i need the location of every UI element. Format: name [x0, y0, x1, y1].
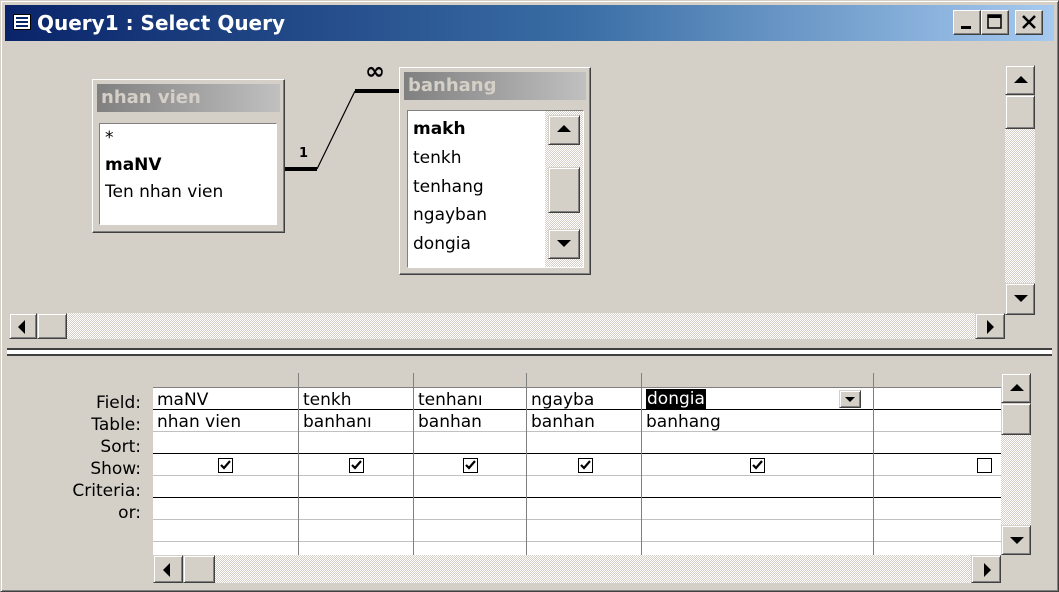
table-nhan-vien[interactable]: nhan vien * maNV Ten nhan vien	[92, 79, 285, 233]
table-title[interactable]: nhan vien	[97, 84, 280, 112]
grid-table-cell[interactable]: banhang	[642, 411, 873, 433]
row-label-field: Field:	[96, 393, 141, 413]
grid-scroll-down-button[interactable]	[1001, 525, 1031, 555]
grid-field-dropdown[interactable]: dongia	[642, 388, 873, 410]
scroll-down-button[interactable]	[548, 229, 580, 259]
grid-table-cell[interactable]: nhan vien	[153, 411, 298, 433]
window-title: Query1 : Select Query	[37, 11, 286, 35]
show-checkbox-unchecked[interactable]	[977, 458, 992, 473]
design-grid: maNV nhan vien tenkh banhanı tenhanı ban…	[153, 373, 1001, 555]
grid-table-cell[interactable]: banhanı	[299, 411, 413, 433]
grid-field-cell[interactable]: tenkh	[299, 389, 413, 411]
grid-field-cell[interactable]: tenhanı	[414, 389, 526, 411]
pane-hscroll-thumb[interactable]	[37, 313, 67, 339]
arrow-down-icon	[557, 240, 571, 247]
arrow-up-icon	[1010, 384, 1024, 391]
grid-scroll-up-button[interactable]	[1001, 373, 1031, 403]
scroll-up-button[interactable]	[548, 115, 580, 145]
query-icon	[13, 14, 31, 30]
pane-scroll-right-button[interactable]	[975, 313, 1005, 339]
field-item-primary-key[interactable]: maNV	[105, 153, 162, 177]
relationship-many-label: ∞	[365, 57, 385, 85]
show-checkbox[interactable]	[349, 458, 364, 473]
arrow-down-icon	[1014, 295, 1028, 302]
checkmark-icon	[465, 460, 476, 470]
pane-horizontal-scrollbar[interactable]	[9, 313, 1005, 339]
grid-field-cell[interactable]: ngayba	[527, 389, 641, 411]
pane-scroll-thumb[interactable]	[1005, 95, 1035, 129]
table-pane: 1 ∞ nhan vien * maNV Ten nhan vien banha…	[5, 43, 1054, 345]
grid-field-cell-selected[interactable]: dongia	[646, 389, 706, 409]
grid-hscroll-thumb[interactable]	[183, 555, 215, 583]
row-label-table: Table:	[91, 415, 141, 435]
arrow-left-icon	[18, 320, 25, 334]
pane-scroll-down-button[interactable]	[1005, 283, 1035, 315]
arrow-left-icon	[163, 563, 170, 577]
minimize-button[interactable]	[953, 10, 981, 35]
close-button[interactable]	[1015, 10, 1043, 35]
show-checkbox[interactable]	[218, 458, 233, 473]
pane-scroll-up-button[interactable]	[1005, 65, 1035, 95]
field-list[interactable]: makh tenkh tenhang ngayban dongia	[407, 110, 584, 268]
grid-table-cell[interactable]: banhan	[414, 411, 526, 433]
pane-scroll-left-button[interactable]	[9, 313, 37, 339]
grid-row-labels: Field: Table: Sort: Show: Criteria: or:	[5, 385, 141, 555]
row-label-criteria: Criteria:	[72, 481, 141, 501]
field-list[interactable]: * maNV Ten nhan vien	[99, 123, 277, 225]
field-item-primary-key[interactable]: makh	[413, 117, 466, 141]
checkmark-icon	[580, 460, 591, 470]
query-window: Query1 : Select Query 1 ∞ nhan vien * ma…	[0, 0, 1059, 592]
title-bar[interactable]: Query1 : Select Query	[5, 5, 1054, 41]
field-item[interactable]: *	[105, 126, 114, 150]
dropdown-button[interactable]	[839, 390, 861, 408]
table-title[interactable]: banhang	[404, 72, 586, 100]
grid-scroll-left-button[interactable]	[153, 555, 183, 583]
show-checkbox[interactable]	[750, 458, 765, 473]
maximize-icon	[987, 14, 1002, 29]
field-item[interactable]: Ten nhan vien	[105, 180, 223, 204]
pane-splitter[interactable]	[7, 348, 1052, 356]
minimize-icon	[961, 26, 971, 29]
field-item[interactable]: ngayban	[413, 203, 487, 227]
checkmark-icon	[752, 460, 763, 470]
show-checkbox[interactable]	[578, 458, 593, 473]
grid-table-cell[interactable]: banhan	[527, 411, 641, 433]
maximize-button[interactable]	[981, 10, 1009, 35]
field-item[interactable]: tenkh	[413, 146, 462, 170]
relationship-one-label: 1	[299, 146, 309, 161]
grid-scroll-thumb[interactable]	[1001, 403, 1031, 435]
arrow-right-icon	[984, 563, 991, 577]
chevron-down-icon	[845, 397, 855, 402]
grid-field-cell[interactable]: maNV	[153, 389, 298, 411]
arrow-up-icon	[557, 125, 571, 132]
row-label-sort: Sort:	[100, 437, 141, 457]
show-checkbox[interactable]	[463, 458, 478, 473]
checkmark-icon	[351, 460, 362, 470]
arrow-up-icon	[1014, 76, 1028, 83]
scroll-thumb[interactable]	[548, 167, 580, 213]
arrow-down-icon	[1010, 537, 1024, 544]
design-grid-pane: Field: Table: Sort: Show: Criteria: or:	[5, 361, 1054, 587]
row-label-or: or:	[118, 503, 141, 523]
field-item[interactable]: tenhang	[413, 175, 484, 199]
checkmark-icon	[220, 460, 231, 470]
table-banhang[interactable]: banhang makh tenkh tenhang ngayban dongi…	[399, 67, 591, 275]
grid-scroll-right-button[interactable]	[971, 555, 1001, 583]
row-label-show: Show:	[90, 459, 141, 479]
field-item[interactable]: dongia	[413, 232, 471, 256]
arrow-right-icon	[987, 320, 994, 334]
close-icon	[1022, 15, 1036, 29]
grid-horizontal-scrollbar[interactable]	[153, 555, 1001, 583]
